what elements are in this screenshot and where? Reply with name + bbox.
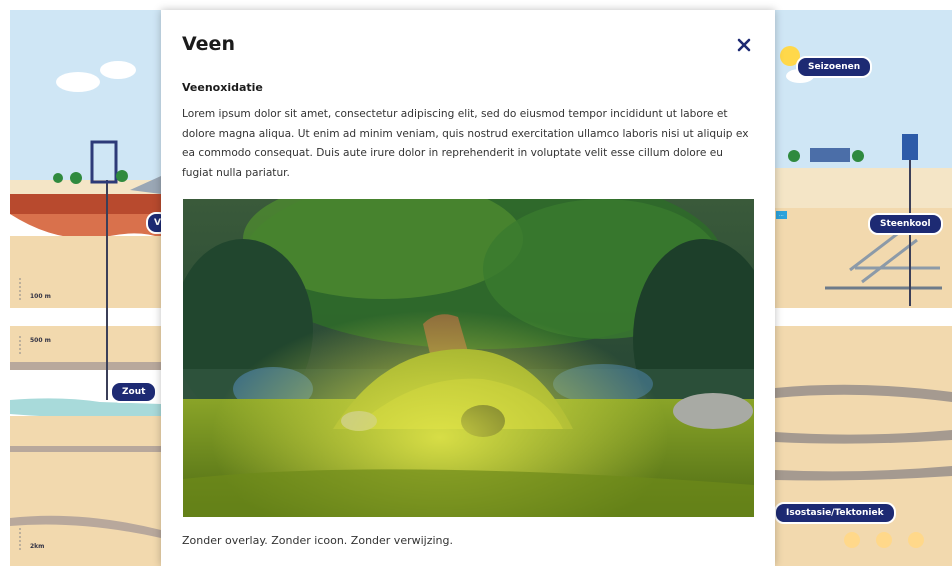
modal-subheading: Veenoxidatie bbox=[182, 81, 263, 94]
depth-2km: 2km bbox=[30, 543, 45, 550]
close-icon-glyph bbox=[737, 38, 751, 52]
modal-paragraph: Lorem ipsum dolor sit amet, consectetur … bbox=[182, 108, 749, 179]
forest-image bbox=[183, 199, 754, 517]
label-isostasie[interactable]: Isostasie/Tektoniek bbox=[774, 502, 896, 524]
info-modal: Veen Veenoxidatie Lorem ipsum dolor sit … bbox=[161, 10, 775, 566]
forest-scene bbox=[183, 199, 754, 517]
depth-500m: 500 m bbox=[30, 337, 51, 344]
modal-title: Veen bbox=[182, 33, 235, 55]
image-caption: Zonder overlay. Zonder icoon. Zonder ver… bbox=[182, 534, 453, 547]
label-zout[interactable]: Zout bbox=[110, 381, 158, 403]
depth-100m: 100 m bbox=[30, 293, 51, 300]
label-steenkool[interactable]: Steenkool bbox=[868, 213, 943, 235]
label-seizoenen[interactable]: Seizoenen bbox=[796, 56, 873, 78]
close-icon[interactable] bbox=[735, 36, 753, 54]
small-info-tag: ... bbox=[776, 211, 787, 219]
